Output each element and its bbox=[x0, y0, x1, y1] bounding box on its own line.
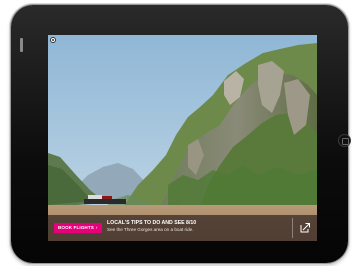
volume-button bbox=[20, 38, 23, 52]
app-screen: BOOK FLIGHTS › LOCAL'S TIPS TO DO AND SEE… bbox=[48, 35, 317, 241]
landscape-photo bbox=[48, 35, 317, 241]
home-button-icon[interactable] bbox=[338, 134, 351, 147]
divider bbox=[292, 218, 293, 238]
book-flights-button[interactable]: BOOK FLIGHTS › bbox=[54, 223, 102, 233]
chevron-right-icon: › bbox=[95, 225, 98, 230]
share-icon[interactable] bbox=[299, 221, 312, 234]
tip-text: See the Three Gorges area on a boat ride… bbox=[107, 227, 194, 232]
close-icon[interactable] bbox=[50, 37, 56, 43]
info-bar: BOOK FLIGHTS › LOCAL'S TIPS TO DO AND SEE… bbox=[48, 215, 317, 241]
book-flights-label: BOOK FLIGHTS bbox=[58, 225, 94, 230]
tip-title: LOCAL'S TIPS TO DO AND SEE 8/10 bbox=[107, 220, 197, 226]
